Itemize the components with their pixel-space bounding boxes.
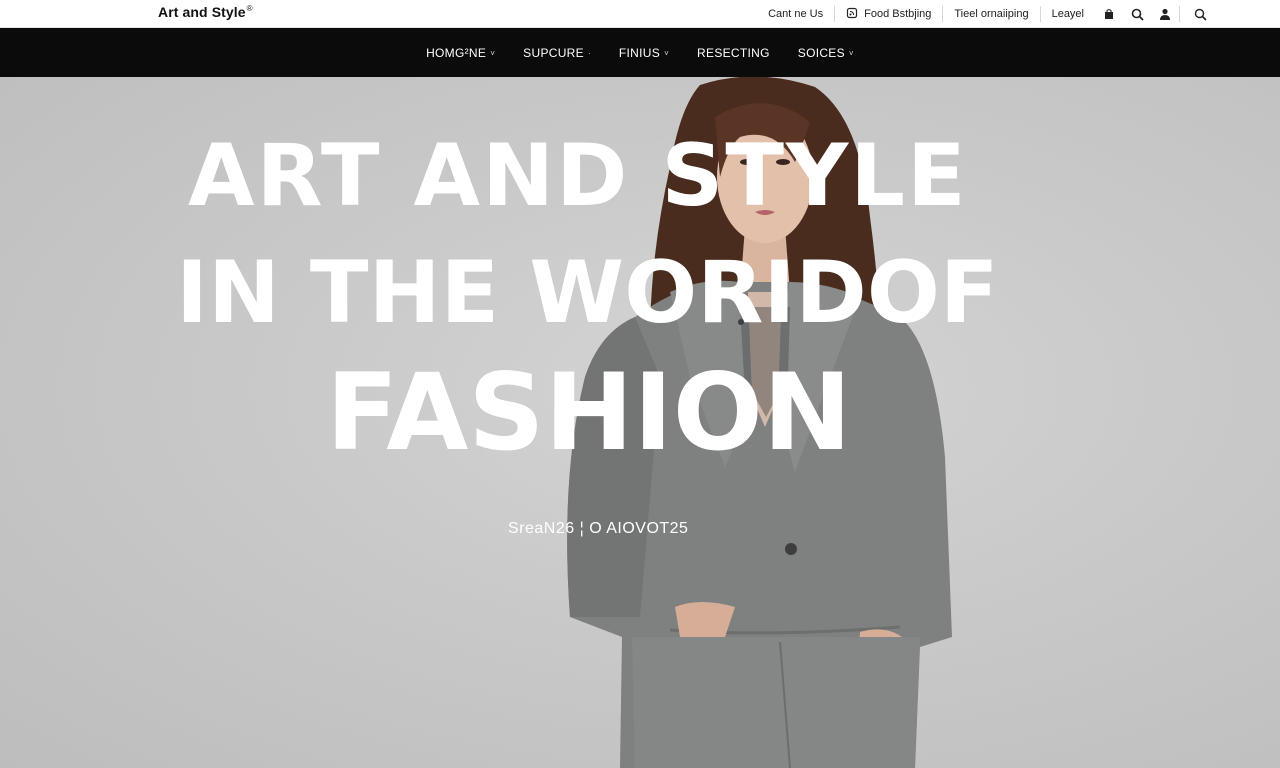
contact-link-label: Cant ne Us xyxy=(768,8,824,20)
hero-banner: ART AND STYLE IN THE WORIDOF FASHION Sre… xyxy=(0,77,1280,768)
tool-link-label: Tieel ornaiiping xyxy=(954,8,1029,20)
bag-button[interactable] xyxy=(1095,0,1123,28)
nav-item-label: SUPCURE xyxy=(523,45,584,60)
bag-icon xyxy=(1103,8,1115,20)
legal-link-label: Leayel xyxy=(1051,8,1084,20)
search-icon xyxy=(1131,8,1144,21)
logo-text: Art and Style xyxy=(158,4,246,20)
chevron-down-icon: ˅ xyxy=(664,48,670,58)
main-nav: HOMG²NE ˅ SUPCURE · FINIUS ˅ RESECTING S… xyxy=(0,28,1280,77)
utility-bar: Art and Style® Cant ne Us Food Bstbjing … xyxy=(0,0,1280,28)
contact-link[interactable]: Cant ne Us xyxy=(757,0,834,28)
chevron-down-icon: ˅ xyxy=(490,48,496,58)
nav-item-label: HOMG²NE xyxy=(426,45,487,60)
logo-mark: ® xyxy=(246,4,253,13)
nav-item-label: SOICES xyxy=(797,45,845,60)
chevron-down-icon: ˅ xyxy=(848,48,854,58)
dot-icon: · xyxy=(587,48,591,58)
nav-item-supcure[interactable]: SUPCURE · xyxy=(509,28,605,77)
nav-item-label: FINIUS xyxy=(618,45,661,60)
nav-item-soices[interactable]: SOICES ˅ xyxy=(784,28,868,77)
tool-link[interactable]: Tieel ornaiiping xyxy=(943,0,1039,28)
nav-item-finius[interactable]: FINIUS ˅ xyxy=(605,28,683,77)
model-photo xyxy=(567,77,952,768)
search-icon xyxy=(1194,8,1207,21)
nav-item-label: RESECTING xyxy=(697,45,770,60)
food-link[interactable]: Food Bstbjing xyxy=(835,0,942,28)
utility-links: Cant ne Us Food Bstbjing Tieel ornaiipin… xyxy=(757,0,1214,28)
search-button[interactable] xyxy=(1123,0,1151,28)
food-link-label: Food Bstbjing xyxy=(864,8,932,20)
legal-link[interactable]: Leayel xyxy=(1041,0,1095,28)
user-icon xyxy=(1159,8,1171,20)
divider xyxy=(1179,6,1180,22)
nav-item-home[interactable]: HOMG²NE ˅ xyxy=(412,28,509,77)
feed-icon xyxy=(846,7,858,22)
logo[interactable]: Art and Style® xyxy=(158,4,253,20)
site-search-button[interactable] xyxy=(1186,0,1214,28)
account-button[interactable] xyxy=(1151,0,1179,28)
nav-item-resecting[interactable]: RESECTING xyxy=(683,28,784,77)
